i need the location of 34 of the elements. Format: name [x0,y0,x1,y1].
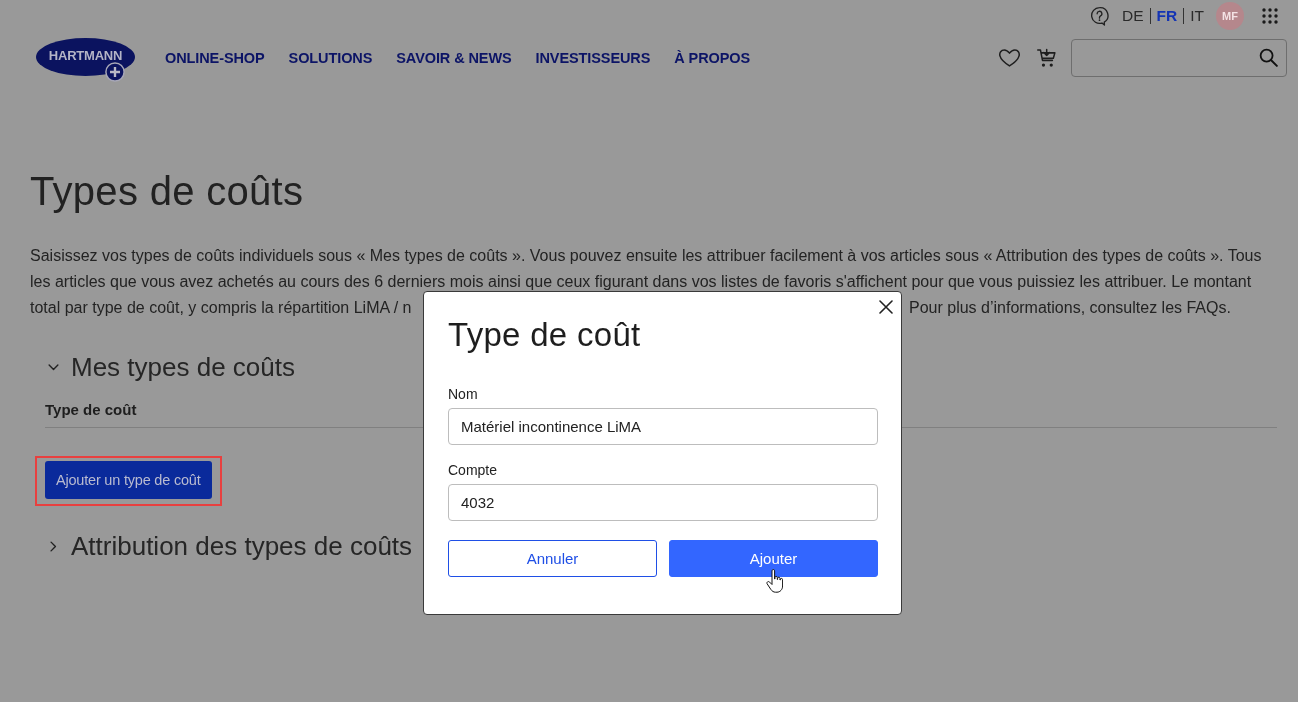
add-button[interactable]: Ajouter un type de coût [45,461,212,499]
plus-icon [105,61,125,82]
accordion-title[interactable]: Mes types de coûts [71,350,295,384]
language-link[interactable]: IT [1190,7,1204,25]
page-title: Types de coûts [30,168,304,215]
nav-link[interactable]: ONLINE-SHOP [165,50,265,66]
nav-link[interactable]: SOLUTIONS [288,50,373,66]
grid-icon[interactable] [1262,8,1278,24]
chevron-down-icon[interactable] [47,363,59,371]
intro-text: les articles que vous avez achetés au cours des 6 derniers mois ainsi que ceux figurant dans vos listes de favoris s'affichent pour que vous puissiez les attribuer. Le montant [30,272,1252,292]
language-link[interactable]: DE [1122,7,1144,25]
field-label: Compte [448,461,498,479]
help-icon[interactable] [1090,6,1109,26]
accordion-title[interactable]: Attribution des types de coûts [71,529,413,563]
text-input[interactable]: Matériel incontinence LiMA [448,408,878,445]
heart-icon[interactable] [999,49,1020,67]
close-icon[interactable] [879,300,893,314]
intro-text: Saisissez vos types de coûts individuels sous « Mes types de coûts ». Vous pouvez ensuite les attribuer facilement à vos articles sous « Attribution des types de coûts ». Tous [30,246,1262,266]
nav-link[interactable]: INVESTISSEURS [535,50,651,66]
nav-link[interactable]: À PROPOS [674,50,751,66]
field-label: Nom [448,385,478,403]
search-icon[interactable] [1259,48,1278,67]
dialog-title: Type de coût [448,315,641,355]
intro-text: total par type de coût, y compris la répartition LiMA / n [30,298,412,318]
text-input[interactable]: 4032 [448,484,878,521]
intro-text: Pour plus d’informations, consultez les FAQs. [909,298,1231,318]
language-link[interactable]: FR [1156,7,1178,25]
chevron-right-icon[interactable] [49,540,57,552]
column-header: Type de coût [45,400,137,420]
cart-icon[interactable] [1037,48,1056,68]
logo[interactable]: HARTMANN [36,37,135,76]
nav-link[interactable]: SAVOIR & NEWS [396,50,512,66]
cancel-button[interactable]: Annuler [448,540,657,577]
search-field[interactable] [1071,39,1287,77]
